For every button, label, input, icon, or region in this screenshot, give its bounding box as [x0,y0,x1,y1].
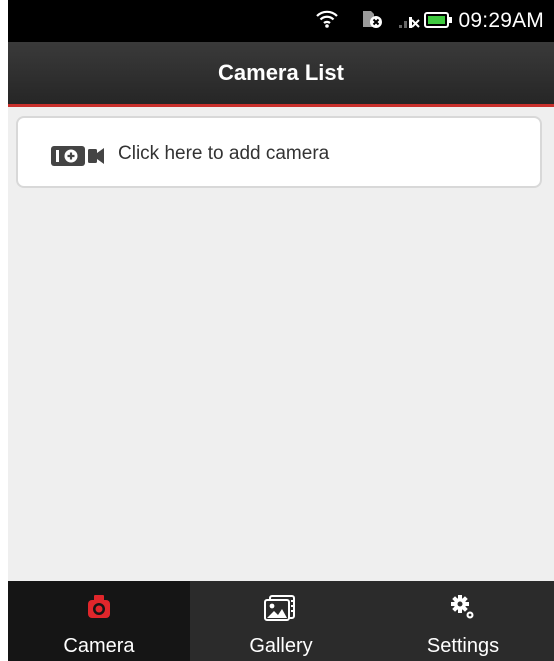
bottom-nav: Camera Gallery Settings [8,581,554,661]
app-screen: 09:29AM Camera List Click here to add ca… [8,0,554,661]
sim-card-error-icon [361,9,383,34]
tab-camera-label: Camera [63,635,135,657]
add-camera-button[interactable]: Click here to add camera [16,116,542,188]
battery-icon [424,12,452,33]
wifi-icon [316,9,338,34]
tab-camera[interactable]: Camera [8,581,190,661]
no-signal-icon [398,9,422,34]
tab-gallery[interactable]: Gallery [190,581,372,661]
page-title: Camera List [218,60,344,85]
header-bar: Camera List [8,42,554,107]
add-camera-label: Click here to add camera [118,143,330,164]
tab-settings-label: Settings [426,635,500,657]
gallery-icon [264,594,298,627]
gear-icon [450,594,476,627]
status-time: 09:29AM [458,9,544,32]
tab-gallery-label: Gallery [249,635,313,657]
camera-icon [87,594,111,625]
status-bar: 09:29AM [8,0,554,42]
add-camera-icon [51,144,105,173]
tab-settings[interactable]: Settings [372,581,554,661]
